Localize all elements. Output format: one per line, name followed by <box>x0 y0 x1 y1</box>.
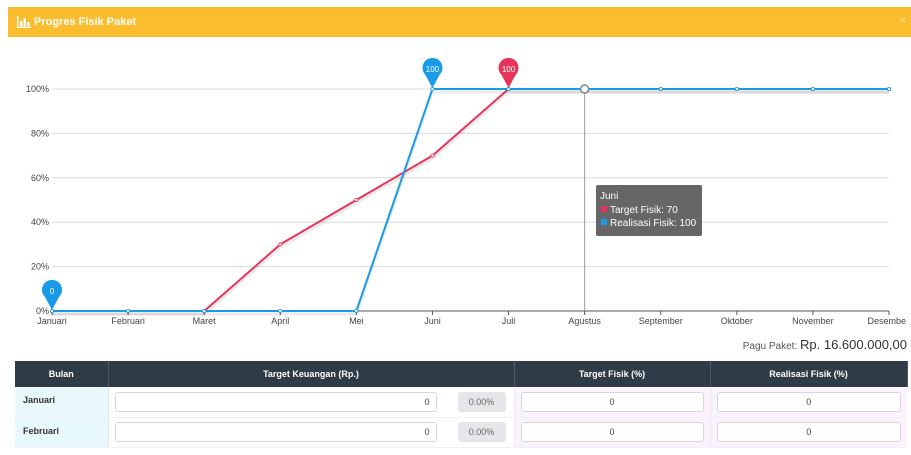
x-tick-label: Februari <box>111 316 145 326</box>
data-point <box>354 308 359 313</box>
percent-badge: 0.00% <box>457 422 506 442</box>
x-tick-label: November <box>792 316 834 326</box>
data-point <box>887 87 892 92</box>
target-fisik-input[interactable] <box>520 422 704 442</box>
pagu-paket: Pagu Paket: Rp. 16.600.000,00 <box>743 337 907 352</box>
value-pin-marker: 100 <box>498 57 519 88</box>
month-cell: Januari <box>15 387 109 418</box>
bar-chart-icon <box>17 16 31 28</box>
x-tick-label: Juni <box>424 316 441 326</box>
modal-title: Progres Fisik Paket <box>34 16 137 28</box>
pin-label: 100 <box>426 65 440 74</box>
y-tick-label: 100% <box>26 84 49 94</box>
x-tick-label: April <box>271 316 289 326</box>
x-tick-label: September <box>639 316 683 326</box>
modal-header: Progres Fisik Paket × <box>8 7 911 37</box>
pagu-value: Rp. 16.600.000,00 <box>800 337 907 352</box>
target-keuangan-input[interactable] <box>114 391 437 412</box>
close-icon[interactable]: × <box>900 15 906 27</box>
column-header-realisasi-fisik: Realisasi Fisik (%) <box>710 361 908 387</box>
y-tick-label: 60% <box>31 173 49 183</box>
y-tick-label: 80% <box>31 128 49 138</box>
data-point <box>278 308 283 313</box>
pagu-label: Pagu Paket: <box>742 341 798 352</box>
tooltip-swatch <box>601 206 607 212</box>
data-point <box>430 153 435 158</box>
series-line-target-fisik <box>52 88 889 312</box>
x-tick-label: Januari <box>37 316 67 326</box>
series-line-shadow <box>52 90 889 316</box>
chart-tooltip: Juni Target Fisik: 70 Realisasi Fisik: 100 <box>596 185 702 236</box>
x-tick-label: Desembe <box>867 316 906 326</box>
realisasi-fisik-input[interactable] <box>716 391 901 412</box>
x-tick-label: Mei <box>349 316 364 326</box>
month-cell: Februari <box>15 417 109 448</box>
pin-label: 100 <box>502 65 516 74</box>
x-tick-label: Agustus <box>568 316 601 326</box>
x-tick-label: Oktober <box>721 316 753 326</box>
tooltip-line: Realisasi Fisik: 100 <box>610 218 697 229</box>
progress-line-chart: 0% 20% 40% 60% 80% 100% Januari Februari Maret Ap… <box>26 57 906 326</box>
column-header-target-keuangan: Target Keuangan (Rp.) <box>108 361 515 387</box>
table-row: Januari 0.00% <box>15 387 907 418</box>
column-header-bulan: Bulan <box>15 361 109 387</box>
x-tick-label: Maret <box>193 316 217 326</box>
column-header-target-fisik: Target Fisik (%) <box>514 361 711 387</box>
table-header-row: Bulan Target Keuangan (Rp.) Target Fisik… <box>15 361 908 387</box>
data-point <box>658 87 663 92</box>
data-point <box>202 308 207 313</box>
table-row: Februari 0.00% <box>15 417 907 448</box>
data-point <box>734 87 739 92</box>
x-tick-label: Juli <box>502 316 516 326</box>
data-point <box>354 197 359 202</box>
value-pin-marker: 100 <box>422 57 443 88</box>
tooltip-line: Target Fisik: 70 <box>610 205 678 216</box>
pin-label: 0 <box>50 287 55 296</box>
realisasi-fisik-input[interactable] <box>716 422 901 442</box>
tooltip-swatch <box>601 219 607 225</box>
hover-point <box>579 84 590 94</box>
data-point <box>278 242 283 247</box>
data-point <box>126 308 131 313</box>
tooltip-title: Juni <box>600 191 618 202</box>
percent-badge: 0.00% <box>457 391 506 412</box>
target-fisik-input[interactable] <box>520 391 704 412</box>
y-tick-label: 0% <box>36 306 49 316</box>
data-point <box>810 87 815 92</box>
monthly-plan-table: Bulan Target Keuangan (Rp.) Target Fisik… <box>15 361 908 448</box>
y-tick-label: 40% <box>31 217 49 227</box>
y-tick-label: 20% <box>31 262 49 272</box>
target-keuangan-input[interactable] <box>114 422 437 442</box>
